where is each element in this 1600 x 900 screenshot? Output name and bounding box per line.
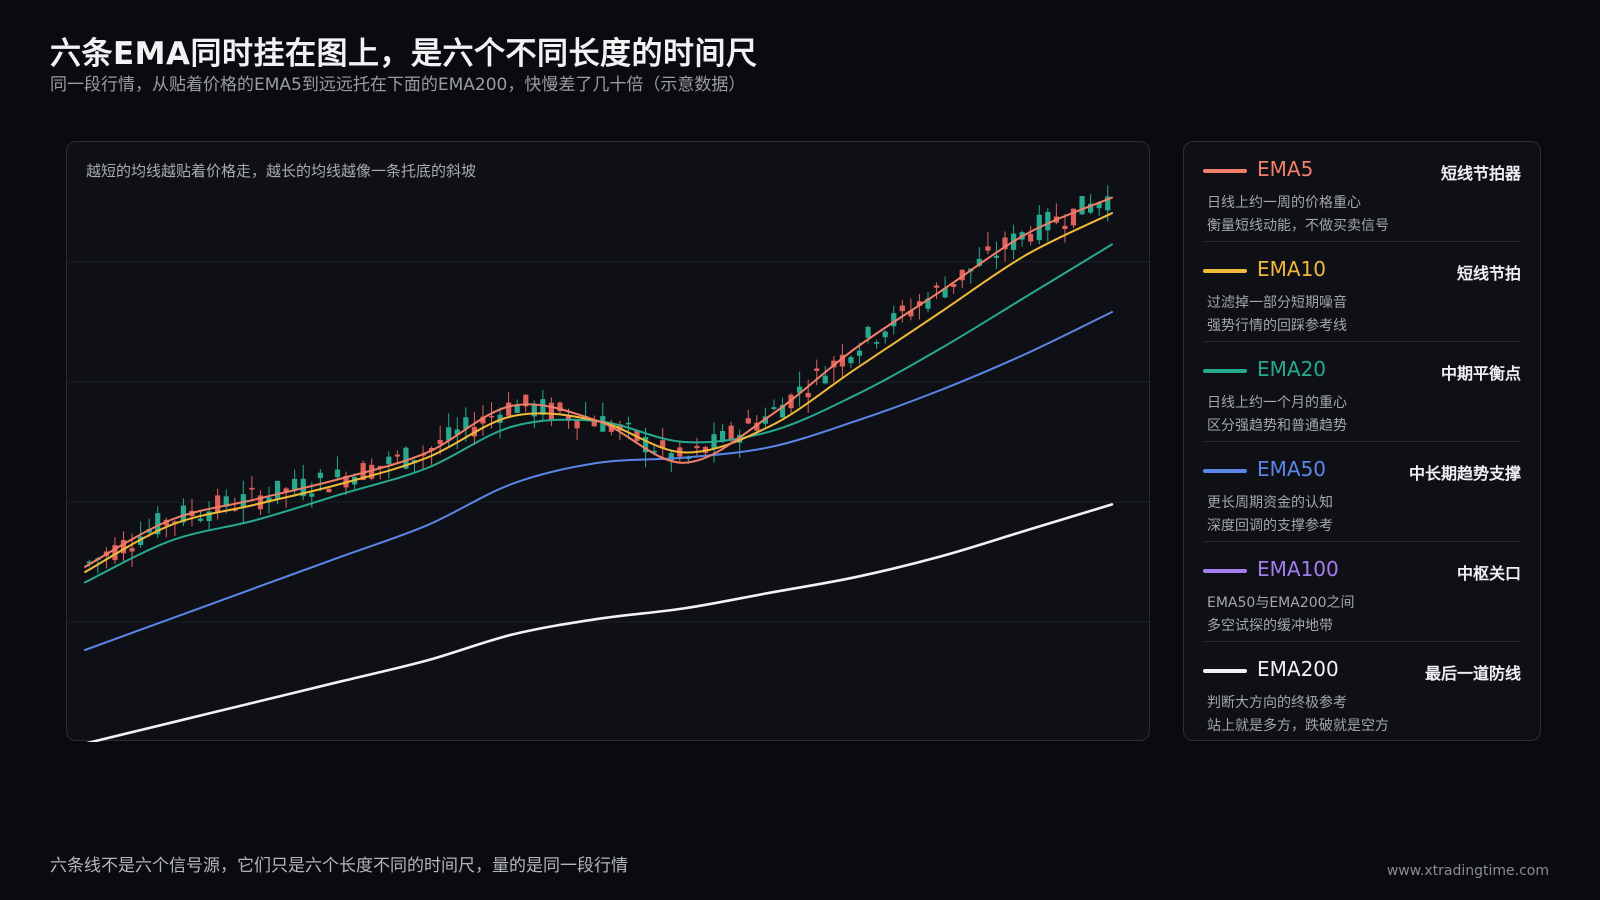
- candle-body: [1028, 233, 1034, 242]
- candle-body: [274, 480, 281, 499]
- legend-item-ema50: EMA50 中长期趋势支撑 更长周期资金的认知 深度回调的支撑参考: [1203, 442, 1521, 542]
- legend-desc: 过滤掉一部分短期噪音 强势行情的回踩参考线: [1207, 292, 1347, 338]
- legend-desc-line: 日线上约一个月的重心: [1207, 395, 1347, 411]
- legend-swatch-ema10: [1203, 269, 1247, 273]
- candle-body: [309, 493, 315, 497]
- candle-body: [591, 421, 597, 427]
- legend-item-ema5: EMA5 短线节拍器 日线上约一周的价格重心 衡量短线动能，不做买卖信号: [1203, 142, 1521, 242]
- candle-body: [506, 402, 512, 416]
- candle-body: [240, 494, 246, 507]
- footer-url-link[interactable]: www.xtradingtime.com: [1387, 863, 1549, 879]
- legend-swatch-ema200: [1203, 669, 1247, 673]
- candle-body: [874, 342, 880, 344]
- candle-body: [865, 326, 871, 338]
- candle-body: [394, 454, 400, 457]
- page-title: 六条EMA同时挂在图上，是六个不同长度的时间尺: [50, 36, 758, 72]
- legend-swatch-ema100: [1203, 569, 1247, 573]
- legend-item-ema10: EMA10 短线节拍 过滤掉一部分短期噪音 强势行情的回踩参考线: [1203, 242, 1521, 342]
- chart-caption: 越短的均线越贴着价格走，越长的均线越像一条托底的斜坡: [86, 162, 477, 180]
- chart-panel: 越短的均线越贴着价格走，越长的均线越像一条托底的斜坡: [66, 141, 1151, 742]
- legend-desc: EMA50与EMA200之间 多空试探的缓冲地带: [1207, 592, 1355, 638]
- footer-note: 六条线不是六个信号源，它们只是六个长度不同的时间尺，量的是同一段行情: [50, 856, 628, 876]
- candle-body: [129, 548, 135, 552]
- candle-body: [694, 446, 700, 449]
- legend-name: EMA10: [1257, 257, 1327, 281]
- legend-item-ema100: EMA100 中枢关口 EMA50与EMA200之间 多空试探的缓冲地带: [1203, 542, 1521, 642]
- candle-body: [1045, 211, 1051, 231]
- series-line-ema20: [84, 243, 1113, 584]
- candle-body: [625, 422, 632, 425]
- legend-desc-line: 衡量短线动能，不做买卖信号: [1207, 218, 1389, 234]
- candle-body: [317, 472, 323, 479]
- page-subtitle: 同一段行情，从贴着价格的EMA5到远远托在下面的EMA200，快慢差了几十倍（示…: [50, 75, 746, 95]
- legend-desc: 日线上约一个月的重心 区分强趋势和普通趋势: [1207, 392, 1347, 438]
- legend-panel: EMA5 短线节拍器 日线上约一周的价格重心 衡量短线动能，不做买卖信号 EMA…: [1183, 141, 1541, 741]
- candle-body: [822, 375, 828, 384]
- legend-desc-line: 更长周期资金的认知: [1207, 495, 1333, 511]
- candle-body: [728, 425, 734, 440]
- candle-body: [1062, 225, 1068, 229]
- candle-body: [933, 285, 940, 288]
- series-line-ema200: [86, 503, 1114, 742]
- candle-body: [848, 357, 854, 364]
- candle-body: [899, 305, 905, 312]
- candle-body: [771, 407, 777, 410]
- candle-body: [985, 246, 991, 251]
- candle-body: [574, 420, 580, 429]
- candle-body: [197, 518, 204, 521]
- ema-chart: [67, 142, 1151, 742]
- candle-body: [805, 392, 811, 398]
- candle-body: [334, 469, 341, 478]
- candle-body: [531, 404, 537, 417]
- candle-body: [993, 255, 1000, 258]
- legend-name: EMA5: [1257, 157, 1314, 181]
- legend-role: 最后一道防线: [1424, 664, 1521, 683]
- candle-body: [215, 495, 221, 512]
- candle-body: [326, 488, 332, 493]
- series-line-ema50: [84, 311, 1113, 651]
- legend-role: 中长期趋势支撑: [1408, 464, 1521, 483]
- legend-desc-line: 强势行情的回踩参考线: [1207, 318, 1347, 334]
- legend-role: 短线节拍: [1456, 264, 1521, 283]
- legend-name: EMA200: [1257, 657, 1339, 681]
- legend-desc: 更长周期资金的认知 深度回调的支撑参考: [1207, 492, 1333, 538]
- candle-body: [1079, 196, 1085, 215]
- legend-desc: 日线上约一周的价格重心 衡量短线动能，不做买卖信号: [1207, 192, 1389, 238]
- legend-item-ema20: EMA20 中期平衡点 日线上约一个月的重心 区分强趋势和普通趋势: [1203, 342, 1521, 442]
- legend-swatch-ema5: [1203, 169, 1247, 173]
- candle-body: [488, 415, 495, 418]
- series-line-ema10: [84, 212, 1113, 573]
- candle-body: [882, 331, 888, 338]
- candle-body: [745, 418, 751, 424]
- candle-body: [386, 456, 392, 465]
- legend-item-ema200: EMA200 最后一道防线 判断大方向的终极参考 站上就是多方，跌破就是空方: [1203, 642, 1521, 742]
- legend-desc-line: 多空试探的缓冲地带: [1207, 618, 1333, 634]
- legend-role: 中枢关口: [1456, 564, 1521, 583]
- legend-desc-line: 判断大方向的终极参考: [1207, 695, 1347, 711]
- candle-body: [814, 368, 820, 371]
- legend-name: EMA100: [1257, 557, 1339, 581]
- legend-swatch-ema50: [1203, 469, 1247, 473]
- legend-desc-line: 区分强趋势和普通趋势: [1207, 418, 1347, 434]
- candle-body: [548, 402, 555, 420]
- legend-desc: 判断大方向的终极参考 站上就是多方，跌破就是空方: [1207, 692, 1389, 738]
- legend-desc-line: 过滤掉一部分短期噪音: [1207, 295, 1347, 311]
- legend-role: 短线节拍器: [1440, 164, 1521, 183]
- legend-name: EMA20: [1257, 357, 1327, 381]
- candle-body: [856, 350, 863, 356]
- candle-body: [437, 439, 443, 445]
- legend-name: EMA50: [1257, 457, 1327, 481]
- legend-role: 中期平衡点: [1440, 364, 1521, 383]
- legend-desc-line: 深度回调的支撑参考: [1207, 518, 1333, 534]
- legend-desc-line: 日线上约一周的价格重心: [1207, 195, 1361, 211]
- candle-body: [292, 478, 298, 490]
- legend-desc-line: 站上就是多方，跌破就是空方: [1207, 718, 1389, 734]
- candle-body: [249, 487, 255, 490]
- legend-desc-line: EMA50与EMA200之间: [1207, 595, 1355, 611]
- legend-swatch-ema20: [1203, 369, 1247, 373]
